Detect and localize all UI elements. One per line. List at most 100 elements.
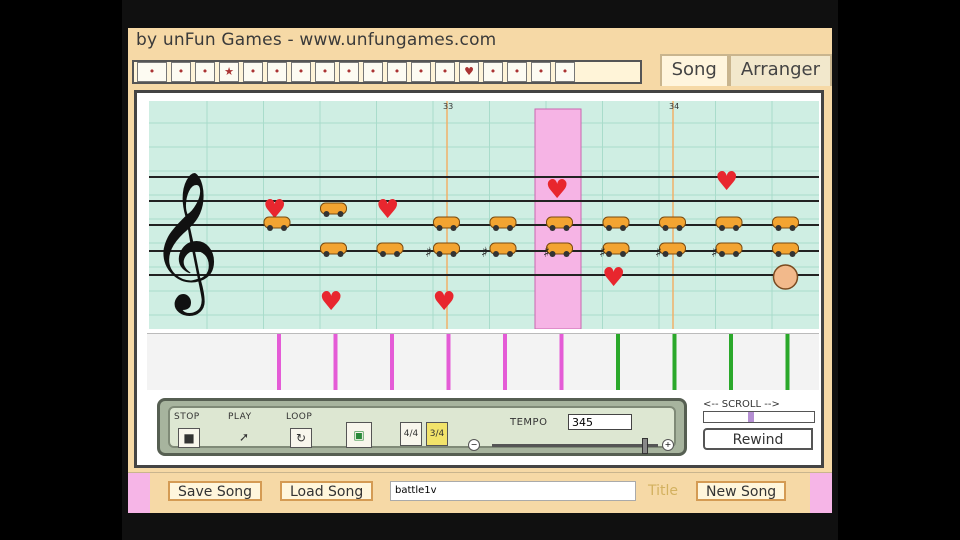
heart-note-icon: ♥ xyxy=(320,287,343,317)
play-button[interactable]: ➚ xyxy=(234,428,254,446)
stop-label: STOP xyxy=(174,412,200,422)
beat-marker xyxy=(729,334,733,390)
beat-marker xyxy=(390,334,394,390)
car-note-icon xyxy=(320,242,347,257)
lock-icon: ▣ xyxy=(353,428,365,442)
car-note-icon xyxy=(715,216,743,231)
tab-song[interactable]: Song xyxy=(659,54,729,86)
pig-icon[interactable]: • xyxy=(363,62,383,82)
beat-marker xyxy=(785,334,790,390)
sharp-icon: ♯ xyxy=(655,245,662,261)
icon-toolbar: • • • ★ • • • • • • • • • ♥ • • • • xyxy=(132,60,642,84)
title-label: Title xyxy=(648,483,679,499)
beat-marker xyxy=(446,334,451,390)
cursor-icon: ➚ xyxy=(238,430,250,444)
sharp-icon: ♯ xyxy=(711,245,718,261)
song-editor: 33 34 𝄞 ♥ ♥ ♥ ♥ ♥ ♥ ♥ ♯ ♯ ♯ ♯ ♯ ♯ STOP ■ PLAY ➚ LOOP ↻ … xyxy=(134,90,829,468)
tempo-slider-track[interactable] xyxy=(492,444,658,447)
car-note-icon xyxy=(602,242,630,257)
beat-marker xyxy=(333,334,338,390)
beat-marker-svg xyxy=(277,334,790,390)
time-sig-4-4-button[interactable]: 4/4 xyxy=(400,422,422,446)
ship-icon[interactable]: • xyxy=(411,62,431,82)
song-title-field[interactable]: battle1v xyxy=(390,481,636,501)
pink-edge-right xyxy=(810,473,832,513)
dog-icon[interactable]: • xyxy=(315,62,335,82)
beat-marker xyxy=(559,334,564,390)
star-icon[interactable]: ★ xyxy=(219,62,239,82)
sharp-icon: ♯ xyxy=(599,245,606,261)
controls-panel: STOP ■ PLAY ➚ LOOP ↻ ▣ 4/4 3/4 TEMPO 345… xyxy=(168,406,676,454)
heart-note-icon: ♥ xyxy=(376,195,399,225)
flower-icon[interactable]: • xyxy=(243,62,263,82)
tab-bar: Song Arranger xyxy=(659,54,832,86)
beat-marker xyxy=(503,334,507,390)
car-note-icon xyxy=(320,202,347,217)
pink-edge-left xyxy=(128,473,150,513)
playback-controls: STOP ■ PLAY ➚ LOOP ↻ ▣ 4/4 3/4 TEMPO 345… xyxy=(157,398,687,456)
boo-icon[interactable]: • xyxy=(387,62,407,82)
car-note-icon xyxy=(376,242,404,257)
save-song-button[interactable]: Save Song xyxy=(168,481,263,501)
car-note-icon xyxy=(263,216,291,231)
mario-icon[interactable]: • xyxy=(137,62,167,82)
mushroom-icon[interactable]: • xyxy=(171,62,191,82)
gameboy-icon[interactable]: • xyxy=(291,62,311,82)
bottom-bar: Save Song Load Song battle1v Title New S… xyxy=(128,472,832,513)
yoshi-icon[interactable]: • xyxy=(195,62,215,82)
scroll-label: <-- SCROLL --> xyxy=(703,399,780,410)
stop-button[interactable]: ■ xyxy=(178,428,200,448)
three-four-icon: 3/4 xyxy=(429,429,445,439)
car-note-icon xyxy=(715,242,743,257)
heart-icon[interactable]: ♥ xyxy=(459,62,479,82)
beat-marker xyxy=(672,334,677,390)
mario-paint-composer: by unFun Games - www.unfungames.com • • • ★… xyxy=(128,28,832,513)
tempo-plus-button[interactable]: + xyxy=(662,439,674,451)
save-disk-button[interactable]: ▣ xyxy=(346,422,372,448)
car-note-icon xyxy=(772,242,799,257)
sharp-icon: ♯ xyxy=(543,245,550,261)
treble-clef-icon: 𝄞 xyxy=(149,171,220,316)
staff-svg: 33 34𝄞 ♥♥♥♥♥♥♥♯ ♯ ♯ ♯ ♯ ♯ xyxy=(149,101,829,330)
tempo-label: TEMPO xyxy=(510,417,548,428)
beat-markers xyxy=(147,333,819,390)
coin-icon[interactable]: • xyxy=(267,62,287,82)
heart-note-icon: ♥ xyxy=(433,287,456,317)
stop-icon: ■ xyxy=(183,431,195,445)
face-note-icon xyxy=(772,264,799,290)
heart-note-icon: ♥ xyxy=(715,167,738,197)
sharp-icon: ♯ xyxy=(481,245,488,261)
cat-icon[interactable]: • xyxy=(339,62,359,82)
tempo-field[interactable]: 345 xyxy=(568,414,632,430)
heart-note-icon: ♥ xyxy=(546,175,569,205)
tab-arranger[interactable]: Arranger xyxy=(728,54,832,86)
scroll-bar[interactable] xyxy=(703,411,815,423)
car-note-icon xyxy=(602,216,630,231)
loop-button[interactable]: ↻ xyxy=(290,428,312,448)
scroll-thumb[interactable] xyxy=(748,412,754,422)
car-note-icon xyxy=(772,216,799,231)
plus-icon: + xyxy=(664,440,672,449)
music-staff[interactable]: 33 34 𝄞 ♥ ♥ ♥ ♥ ♥ ♥ ♥ ♯ ♯ ♯ ♯ ♯ ♯ xyxy=(149,101,829,330)
new-song-button[interactable]: New Song xyxy=(696,481,787,501)
car-icon[interactable]: • xyxy=(435,62,455,82)
tempo-minus-button[interactable]: − xyxy=(468,439,480,451)
sharp-icon: ♯ xyxy=(425,245,432,261)
four-four-icon: 4/4 xyxy=(403,429,419,439)
play-label: PLAY xyxy=(228,412,252,422)
load-song-button[interactable]: Load Song xyxy=(280,481,374,501)
loop-icon: ↻ xyxy=(295,431,307,445)
plane-icon[interactable]: • xyxy=(483,62,503,82)
baby-icon[interactable]: • xyxy=(531,62,551,82)
banner-text: by unFun Games - www.unfungames.com xyxy=(136,30,497,50)
heart-note-icon: ♥ xyxy=(602,263,625,293)
measure-number: 33 xyxy=(443,102,453,111)
tempo-slider-knob[interactable] xyxy=(642,438,648,454)
stamp-icon[interactable]: • xyxy=(555,62,575,82)
beat-marker xyxy=(616,334,620,390)
loop-label: LOOP xyxy=(286,412,313,422)
ghost-icon[interactable]: • xyxy=(507,62,527,82)
time-sig-3-4-button[interactable]: 3/4 xyxy=(426,422,448,446)
rewind-button[interactable]: Rewind xyxy=(703,428,813,450)
car-note-icon xyxy=(489,216,517,231)
